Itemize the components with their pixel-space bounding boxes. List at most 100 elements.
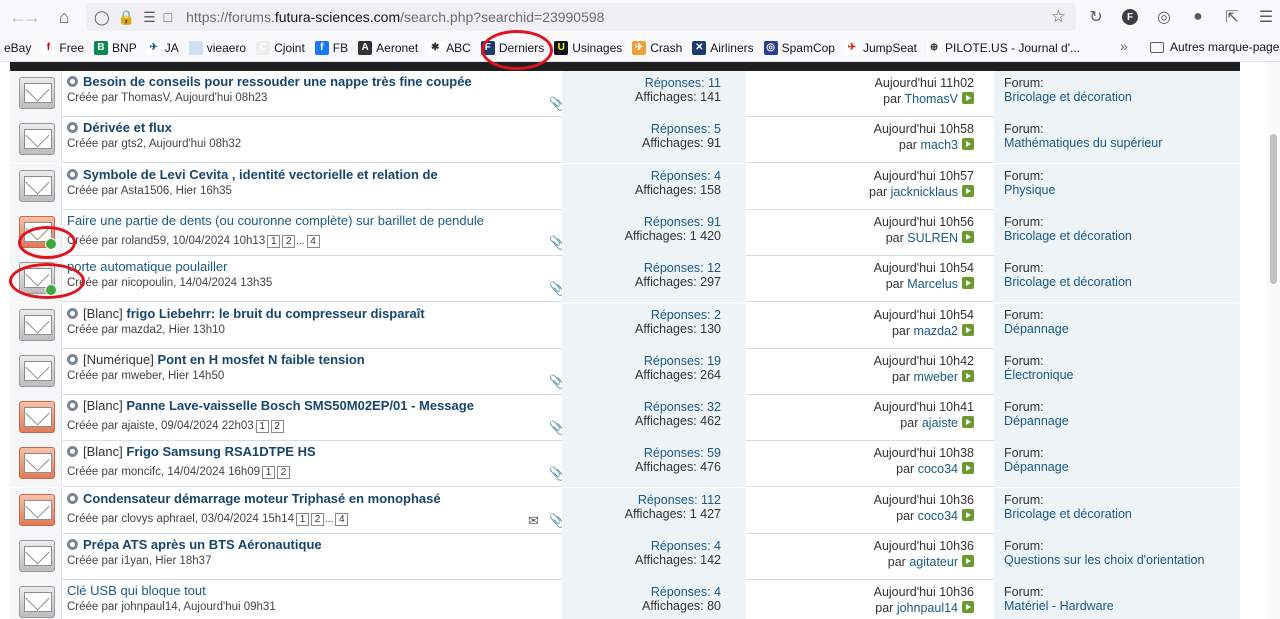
goto-last-post-icon[interactable] xyxy=(962,230,974,243)
last-post-user-link[interactable]: mweber xyxy=(914,370,958,384)
goto-first-unread-icon[interactable] xyxy=(67,492,78,504)
replies-count[interactable]: Réponses: 19 xyxy=(644,354,721,368)
forum-link[interactable]: Bricolage et décoration xyxy=(1004,90,1132,104)
attachment-icon[interactable]: 📎 xyxy=(549,235,565,250)
attachment-icon[interactable]: 📎 xyxy=(549,96,565,111)
page-link[interactable]: 1 xyxy=(262,466,276,480)
thread-title-link[interactable]: Pont en H mosfet N faible tension xyxy=(157,352,364,367)
blocked-media-icon[interactable]: □ xyxy=(164,9,172,26)
bookmark-spamcop[interactable]: ◎ SpamCop xyxy=(763,40,835,55)
goto-first-unread-icon[interactable] xyxy=(67,446,78,458)
goto-first-unread-icon[interactable] xyxy=(67,307,78,319)
thread-envelope-icon[interactable] xyxy=(19,308,55,341)
page-link[interactable]: 4 xyxy=(335,512,349,526)
bookmark-airliners[interactable]: ✕ Airliners xyxy=(692,40,754,55)
address-bar[interactable]: ◯ 🔒 ☰ □ https://forums.futura-sciences.c… xyxy=(86,3,1076,31)
forum-link[interactable]: Dépannage xyxy=(1004,460,1069,474)
thread-title-link[interactable]: Besoin de conseils pour ressouder une na… xyxy=(83,74,472,89)
thread-title-link[interactable]: Condensateur démarrage moteur Triphasé e… xyxy=(83,491,441,506)
last-post-user-link[interactable]: Marcelus xyxy=(907,277,958,291)
attachment-icon[interactable]: 📎 xyxy=(549,374,565,389)
thread-envelope-icon[interactable] xyxy=(19,123,55,156)
last-post-user-link[interactable]: ajaiste xyxy=(922,416,958,430)
goto-first-unread-icon[interactable] xyxy=(67,168,78,180)
replies-count[interactable]: Réponses: 2 xyxy=(651,308,721,322)
forum-link[interactable]: Électronique xyxy=(1004,368,1074,382)
thread-title-link[interactable]: frigo Liebehrr: le bruit du compresseur … xyxy=(126,306,424,321)
replies-count[interactable]: Réponses: 12 xyxy=(644,261,721,275)
forum-link[interactable]: Questions sur les choix d'orientation xyxy=(1004,553,1204,567)
scrollbar-thumb[interactable] xyxy=(1270,134,1277,284)
last-post-user-link[interactable]: agitateur xyxy=(909,555,958,569)
page-link[interactable]: 4 xyxy=(306,234,320,248)
replies-count[interactable]: Réponses: 4 xyxy=(651,585,721,599)
page-link[interactable]: 1 xyxy=(267,234,281,248)
forum-link[interactable]: Dépannage xyxy=(1004,414,1069,428)
bookmark-jumpseat[interactable]: ✈ JumpSeat xyxy=(844,40,917,55)
page-link[interactable]: 1 xyxy=(255,420,269,434)
goto-first-unread-icon[interactable] xyxy=(67,76,78,87)
thread-envelope-icon[interactable] xyxy=(19,262,57,297)
forum-link[interactable]: Matériel - Hardware xyxy=(1004,599,1114,613)
attachment-icon[interactable]: 📎 xyxy=(549,281,565,296)
new-posts-icon[interactable] xyxy=(45,237,57,250)
forward-icon[interactable]: → xyxy=(16,1,48,33)
extension-avatar-icon[interactable]: ● xyxy=(1184,3,1212,31)
attachment-icon[interactable]: 📎 xyxy=(549,466,565,481)
other-bookmarks-folder[interactable]: Autres marque-pages xyxy=(1150,40,1280,54)
share-icon[interactable]: ⇱ xyxy=(1218,3,1246,31)
thread-envelope-icon[interactable] xyxy=(19,169,55,202)
page-link[interactable]: 2 xyxy=(282,234,296,248)
thread-title-link[interactable]: Panne Lave-vaisselle Bosch SMS50M02EP/01… xyxy=(126,398,474,413)
goto-last-post-icon[interactable] xyxy=(962,138,974,151)
page-link[interactable]: 1 xyxy=(295,512,309,526)
shield-icon[interactable]: ◯ xyxy=(94,9,110,26)
home-icon[interactable]: ⌂ xyxy=(48,1,80,33)
thread-envelope-icon[interactable] xyxy=(19,215,57,250)
forum-link[interactable]: Dépannage xyxy=(1004,322,1069,336)
last-post-user-link[interactable]: ThomasV xyxy=(905,92,959,106)
goto-first-unread-icon[interactable] xyxy=(67,539,78,550)
bookmark-ja[interactable]: ✈ JA xyxy=(146,40,179,55)
goto-first-unread-icon[interactable] xyxy=(67,353,78,365)
last-post-user-link[interactable]: mazda2 xyxy=(914,324,958,338)
thread-envelope-icon[interactable] xyxy=(19,77,55,109)
lock-icon[interactable]: 🔒 xyxy=(118,9,135,26)
goto-last-post-icon[interactable] xyxy=(962,555,974,567)
thread-envelope-icon[interactable] xyxy=(19,540,55,572)
last-post-user-link[interactable]: SULREN xyxy=(907,231,958,245)
attachment-icon[interactable]: 📎 xyxy=(549,420,565,435)
goto-first-unread-icon[interactable] xyxy=(67,400,78,412)
thread-title-link[interactable]: Faire une partie de dents (ou couronne c… xyxy=(67,213,484,228)
bookmark-bnp[interactable]: B BNP xyxy=(94,40,137,55)
bookmark-cjoint[interactable]: C Cjoint xyxy=(256,40,305,55)
goto-last-post-icon[interactable] xyxy=(962,369,974,382)
last-post-user-link[interactable]: coco34 xyxy=(918,509,958,523)
forum-link[interactable]: Physique xyxy=(1004,183,1055,197)
replies-count[interactable]: Réponses: 91 xyxy=(644,215,721,229)
bookmark-vieaero[interactable]: vieaero xyxy=(188,40,246,55)
url-text[interactable]: https://forums.futura-sciences.com/searc… xyxy=(186,9,604,25)
bookmark-pilote-us-journal-d[interactable]: ⊕ PILOTE.US - Journal d'... xyxy=(927,40,1080,55)
page-link[interactable]: 2 xyxy=(310,512,324,526)
replies-count[interactable]: Réponses: 4 xyxy=(651,539,721,553)
goto-last-post-icon[interactable] xyxy=(962,323,974,336)
bookmark-crash[interactable]: ✈ Crash xyxy=(632,40,682,55)
thread-title-link[interactable]: Clé USB qui bloque tout xyxy=(67,583,206,598)
thread-envelope-icon[interactable] xyxy=(19,447,55,480)
last-post-user-link[interactable]: jacknicklaus xyxy=(891,185,958,199)
thread-envelope-icon[interactable] xyxy=(19,493,55,526)
permissions-icon[interactable]: ☰ xyxy=(143,9,156,26)
new-posts-icon[interactable] xyxy=(45,284,57,297)
goto-last-post-icon[interactable] xyxy=(962,277,974,290)
thread-envelope-icon[interactable] xyxy=(19,586,55,619)
goto-last-post-icon[interactable] xyxy=(962,508,974,521)
forum-link[interactable]: Bricolage et décoration xyxy=(1004,507,1132,521)
replies-count[interactable]: Réponses: 11 xyxy=(645,76,721,90)
forum-link[interactable]: Bricolage et décoration xyxy=(1004,275,1132,289)
extension-ring-icon[interactable]: ◎ xyxy=(1150,3,1178,31)
thread-title-link[interactable]: Frigo Samsung RSA1DTPE HS xyxy=(126,444,315,459)
page-link[interactable]: 2 xyxy=(277,466,291,480)
replies-count[interactable]: Réponses: 112 xyxy=(638,493,721,507)
bookmark-usinages[interactable]: U Usinages xyxy=(554,40,622,55)
